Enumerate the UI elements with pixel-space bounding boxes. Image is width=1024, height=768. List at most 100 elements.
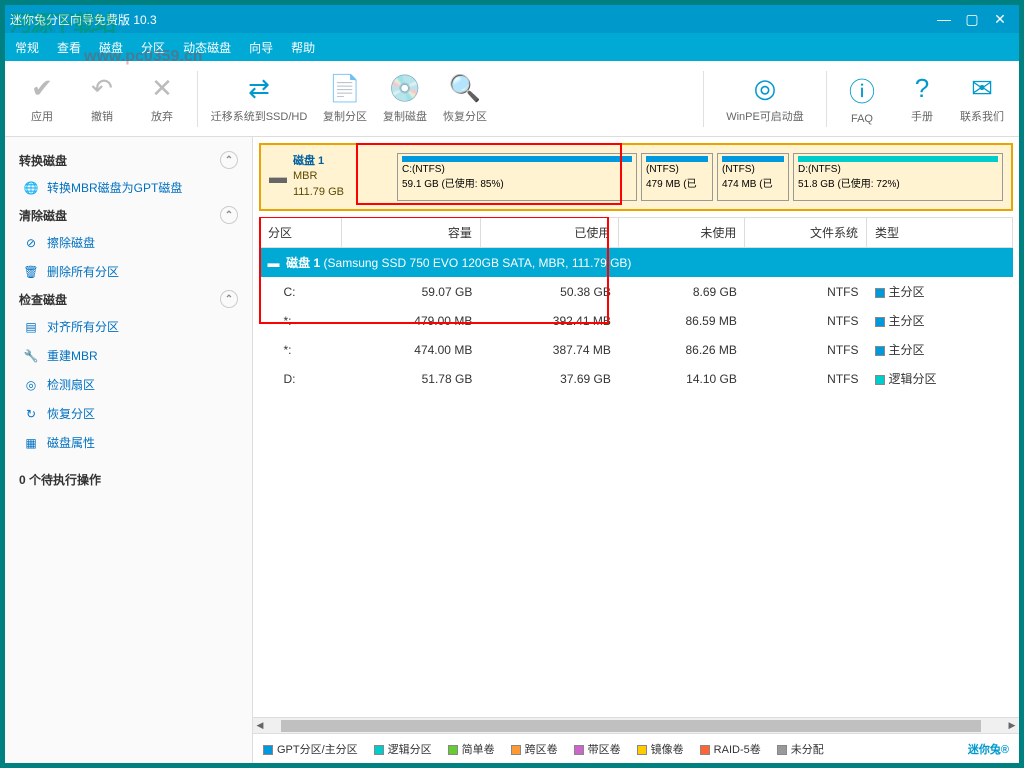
app-window: 迷你兔分区向导免费版 10.3 — ▢ ✕ 常规 查看 磁盘 分区 动态磁盘 向… — [5, 5, 1019, 763]
partition-box[interactable]: D:(NTFS)51.8 GB (已使用: 72%) — [793, 153, 1003, 201]
sidebar-item[interactable]: ⊘擦除磁盘 — [19, 228, 238, 257]
legend-item: GPT分区/主分区 — [263, 741, 358, 757]
chevron-up-icon: ⌃ — [220, 206, 238, 224]
sidebar-item-icon: ⊘ — [23, 236, 39, 250]
disk-map[interactable]: ▬ 磁盘 1 MBR 111.79 GB C:(NTFS)59.1 GB (已使… — [259, 143, 1013, 211]
contact-button[interactable]: ✉联系我们 — [953, 65, 1011, 133]
partition-box[interactable]: (NTFS)474 MB (已 — [717, 153, 789, 201]
sidebar-section-header[interactable]: 清除磁盘⌃ — [19, 202, 238, 228]
horizontal-scrollbar[interactable]: ◀ ▶ — [253, 717, 1019, 733]
legend-swatch — [637, 745, 647, 755]
recover-button[interactable]: 🔍恢复分区 — [436, 65, 494, 133]
copy-disk-icon: 💿 — [389, 73, 421, 104]
partition-box[interactable]: C:(NTFS)59.1 GB (已使用: 85%) — [397, 153, 637, 201]
column-header[interactable]: 类型 — [867, 218, 1013, 248]
apply-button[interactable]: ✔应用 — [13, 65, 71, 133]
check-icon: ✔ — [31, 73, 53, 104]
disk-icon: ▬ — [268, 256, 280, 270]
sidebar-item[interactable]: ▤对齐所有分区 — [19, 312, 238, 341]
manual-button[interactable]: ?手册 — [893, 65, 951, 133]
maximize-button[interactable]: ▢ — [958, 11, 986, 28]
migrate-icon: ⇄ — [248, 73, 270, 104]
column-header[interactable]: 已使用 — [480, 218, 619, 248]
sidebar-item[interactable]: ◎ 检测扇区 — [19, 370, 238, 399]
partition-row[interactable]: *:474.00 MB387.74 MB86.26 MBNTFS主分区 — [260, 335, 1013, 364]
faq-button[interactable]: ⓘFAQ — [833, 65, 891, 133]
menu-help[interactable]: 帮助 — [291, 39, 315, 56]
copy-part-icon: 📄 — [329, 73, 361, 104]
partition-info: 474 MB (已 — [722, 175, 784, 190]
scroll-right-icon[interactable]: ▶ — [1005, 720, 1019, 731]
disk-header-row[interactable]: ▬ 磁盘 1 (Samsung SSD 750 EVO 120GB SATA, … — [260, 248, 1013, 278]
partition-table: 分区容量已使用未使用文件系统类型 ▬ 磁盘 1 (Samsung SSD 750… — [259, 217, 1013, 717]
chevron-up-icon: ⌃ — [220, 151, 238, 169]
column-header[interactable]: 容量 — [342, 218, 481, 248]
partition-row[interactable]: *:479.00 MB392.41 MB86.59 MBNTFS主分区 — [260, 306, 1013, 335]
legend-swatch — [700, 745, 710, 755]
partition-name: (NTFS) — [722, 164, 784, 175]
partition-bar — [646, 156, 708, 162]
copy-partition-button[interactable]: 📄复制分区 — [316, 65, 374, 133]
menu-partition[interactable]: 分区 — [141, 39, 165, 56]
legend: GPT分区/主分区逻辑分区简单卷跨区卷带区卷镜像卷RAID-5卷未分配迷你兔® — [253, 733, 1019, 763]
sidebar-item[interactable]: 🌐转换MBR磁盘为GPT磁盘 — [19, 173, 238, 202]
mail-icon: ✉ — [971, 73, 993, 104]
sidebar-item-icon: ◎ — [23, 378, 39, 392]
sidebar-item[interactable]: ↻恢复分区 — [19, 399, 238, 428]
partition-bar — [402, 156, 632, 162]
winpe-button[interactable]: ◎WinPE可启动盘 — [710, 65, 820, 133]
partition-row[interactable]: D:51.78 GB37.69 GB14.10 GBNTFS逻辑分区 — [260, 364, 1013, 393]
partition-info: 51.8 GB (已使用: 72%) — [798, 175, 998, 190]
disk-info: 磁盘 1 MBR 111.79 GB — [293, 154, 391, 200]
column-header[interactable]: 未使用 — [619, 218, 745, 248]
scrollbar-thumb[interactable] — [281, 720, 981, 732]
help-icon: ? — [915, 73, 929, 104]
partition-info: 479 MB (已 — [646, 175, 708, 190]
toolbar: ✔应用 ↶撤销 ✕放弃 ⇄迁移系统到SSD/HD 📄复制分区 💿复制磁盘 🔍恢复… — [5, 61, 1019, 137]
titlebar: 迷你兔分区向导免费版 10.3 — ▢ ✕ — [5, 5, 1019, 33]
undo-button[interactable]: ↶撤销 — [73, 65, 131, 133]
sidebar-item-label: 删除所有分区 — [47, 263, 119, 280]
partition-name: D:(NTFS) — [798, 164, 998, 175]
sidebar-section-header[interactable]: 检查磁盘⌃ — [19, 286, 238, 312]
column-header[interactable]: 文件系统 — [745, 218, 867, 248]
legend-swatch — [374, 745, 384, 755]
type-color-icon — [875, 375, 885, 385]
menu-view[interactable]: 查看 — [57, 39, 81, 56]
disc-icon: ◎ — [754, 73, 777, 104]
copy-disk-button[interactable]: 💿复制磁盘 — [376, 65, 434, 133]
legend-swatch — [511, 745, 521, 755]
type-color-icon — [875, 317, 885, 327]
discard-button[interactable]: ✕放弃 — [133, 65, 191, 133]
menu-wizard[interactable]: 向导 — [249, 39, 273, 56]
partition-bar — [722, 156, 784, 162]
migrate-button[interactable]: ⇄迁移系统到SSD/HD — [204, 65, 314, 133]
minimize-button[interactable]: — — [930, 11, 958, 27]
sidebar-item-label: 检测扇区 — [47, 376, 95, 393]
recover-icon: 🔍 — [449, 73, 481, 104]
sidebar-item-label: 对齐所有分区 — [47, 318, 119, 335]
sidebar-item[interactable]: 🗑 删除所有分区 — [19, 257, 238, 286]
partition-box[interactable]: (NTFS)479 MB (已 — [641, 153, 713, 201]
menu-dynamic[interactable]: 动态磁盘 — [183, 39, 231, 56]
sidebar-item[interactable]: 🔧重建MBR — [19, 341, 238, 370]
sidebar-section-header[interactable]: 转换磁盘⌃ — [19, 147, 238, 173]
scroll-left-icon[interactable]: ◀ — [253, 720, 267, 731]
separator — [826, 71, 827, 127]
partition-name: (NTFS) — [646, 164, 708, 175]
faq-icon: ⓘ — [849, 72, 875, 109]
legend-swatch — [777, 745, 787, 755]
main-panel: ▬ 磁盘 1 MBR 111.79 GB C:(NTFS)59.1 GB (已使… — [253, 137, 1019, 763]
column-header[interactable]: 分区 — [260, 218, 342, 248]
sidebar-item-icon: 🗑 — [23, 265, 39, 279]
discard-icon: ✕ — [151, 73, 173, 104]
sidebar-item[interactable]: ▦磁盘属性 — [19, 428, 238, 457]
menu-disk[interactable]: 磁盘 — [99, 39, 123, 56]
sidebar-item-label: 重建MBR — [47, 347, 98, 364]
legend-item: 带区卷 — [574, 741, 621, 757]
pending-operations: 0 个待执行操作 — [19, 471, 238, 488]
close-button[interactable]: ✕ — [986, 11, 1014, 28]
menu-general[interactable]: 常规 — [15, 39, 39, 56]
partition-row[interactable]: C:59.07 GB50.38 GB8.69 GBNTFS主分区 — [260, 277, 1013, 306]
window-title: 迷你兔分区向导免费版 10.3 — [10, 11, 930, 28]
